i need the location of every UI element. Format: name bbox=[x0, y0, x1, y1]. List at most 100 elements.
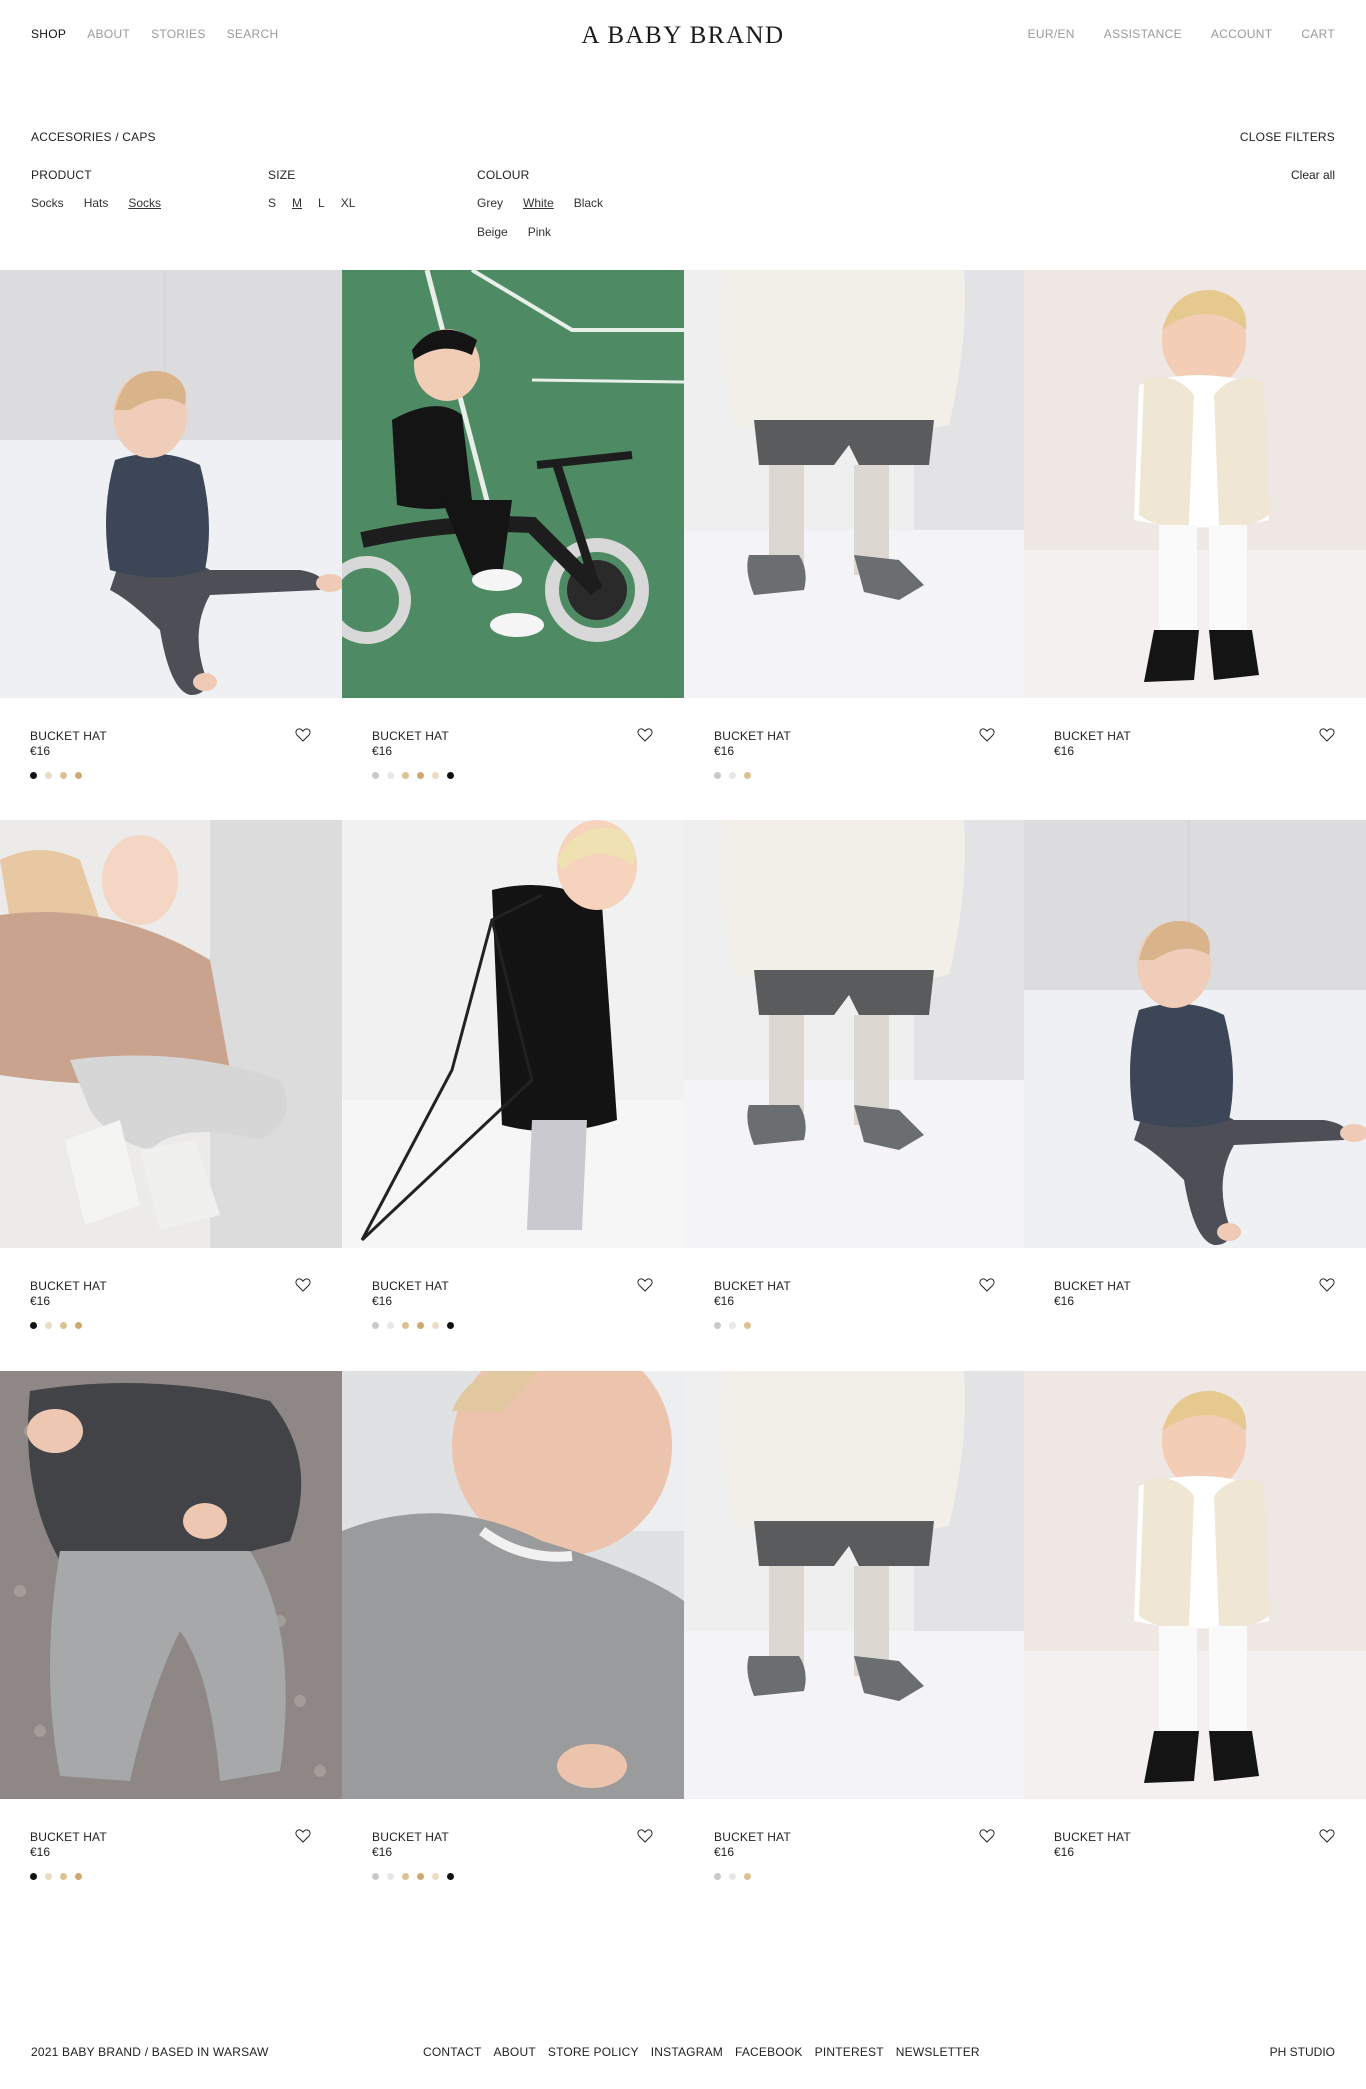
wishlist-heart-icon[interactable] bbox=[294, 726, 312, 744]
color-swatch[interactable] bbox=[417, 1873, 424, 1880]
color-swatch[interactable] bbox=[417, 1322, 424, 1329]
color-swatch[interactable] bbox=[387, 1322, 394, 1329]
color-swatch[interactable] bbox=[432, 772, 439, 779]
assistance-link[interactable]: ASSISTANCE bbox=[1104, 27, 1182, 41]
color-swatch[interactable] bbox=[402, 1873, 409, 1880]
product-name[interactable]: BUCKET HAT bbox=[714, 1830, 791, 1844]
product-card[interactable]: BUCKET HAT €16 bbox=[1024, 270, 1366, 819]
clear-all-button[interactable]: Clear all bbox=[1291, 168, 1335, 182]
color-swatch[interactable] bbox=[402, 772, 409, 779]
color-swatch[interactable] bbox=[417, 772, 424, 779]
footer-about-link[interactable]: ABOUT bbox=[494, 2045, 536, 2059]
color-swatch[interactable] bbox=[45, 1873, 52, 1880]
product-image[interactable] bbox=[1024, 1371, 1366, 1799]
filter-option-socks-selected[interactable]: Socks bbox=[128, 196, 161, 210]
color-swatch[interactable] bbox=[744, 1322, 751, 1329]
product-name[interactable]: BUCKET HAT bbox=[30, 1279, 107, 1293]
product-image[interactable] bbox=[342, 1371, 684, 1799]
footer-pinterest-link[interactable]: PINTEREST bbox=[815, 2045, 884, 2059]
product-card[interactable]: BUCKET HAT €16 bbox=[342, 1371, 684, 1920]
color-swatch[interactable] bbox=[447, 1322, 454, 1329]
footer-credit-link[interactable]: PH STUDIO bbox=[1270, 2045, 1335, 2059]
wishlist-heart-icon[interactable] bbox=[978, 1276, 996, 1294]
product-name[interactable]: BUCKET HAT bbox=[30, 729, 107, 743]
color-swatch[interactable] bbox=[387, 772, 394, 779]
product-image[interactable] bbox=[0, 820, 342, 1248]
wishlist-heart-icon[interactable] bbox=[636, 1827, 654, 1845]
filter-option-xl[interactable]: XL bbox=[341, 196, 356, 210]
product-card[interactable]: BUCKET HAT €16 bbox=[342, 820, 684, 1369]
color-swatch[interactable] bbox=[432, 1322, 439, 1329]
color-swatch[interactable] bbox=[30, 1873, 37, 1880]
currency-language-link[interactable]: EUR/EN bbox=[1028, 27, 1075, 41]
footer-store-policy-link[interactable]: STORE POLICY bbox=[548, 2045, 639, 2059]
product-card[interactable]: BUCKET HAT €16 bbox=[1024, 820, 1366, 1369]
footer-contact-link[interactable]: CONTACT bbox=[423, 2045, 482, 2059]
product-image[interactable] bbox=[684, 1371, 1026, 1799]
filter-option-black[interactable]: Black bbox=[574, 196, 603, 210]
wishlist-heart-icon[interactable] bbox=[636, 1276, 654, 1294]
color-swatch[interactable] bbox=[75, 1322, 82, 1329]
color-swatch[interactable] bbox=[729, 772, 736, 779]
color-swatch[interactable] bbox=[75, 772, 82, 779]
product-name[interactable]: BUCKET HAT bbox=[372, 1830, 449, 1844]
footer-instagram-link[interactable]: INSTAGRAM bbox=[651, 2045, 723, 2059]
breadcrumb[interactable]: ACCESORIES / CAPS bbox=[31, 130, 156, 144]
product-image[interactable] bbox=[342, 270, 684, 698]
product-card[interactable]: BUCKET HAT €16 bbox=[0, 820, 342, 1369]
wishlist-heart-icon[interactable] bbox=[294, 1276, 312, 1294]
wishlist-heart-icon[interactable] bbox=[1318, 726, 1336, 744]
product-name[interactable]: BUCKET HAT bbox=[714, 729, 791, 743]
product-card[interactable]: BUCKET HAT €16 bbox=[684, 270, 1026, 819]
color-swatch[interactable] bbox=[45, 1322, 52, 1329]
footer-newsletter-link[interactable]: NEWSLETTER bbox=[896, 2045, 980, 2059]
product-name[interactable]: BUCKET HAT bbox=[30, 1830, 107, 1844]
color-swatch[interactable] bbox=[75, 1873, 82, 1880]
account-link[interactable]: ACCOUNT bbox=[1211, 27, 1272, 41]
color-swatch[interactable] bbox=[60, 1873, 67, 1880]
product-name[interactable]: BUCKET HAT bbox=[1054, 1279, 1131, 1293]
filter-option-beige[interactable]: Beige bbox=[477, 225, 508, 239]
wishlist-heart-icon[interactable] bbox=[1318, 1276, 1336, 1294]
filter-option-l[interactable]: L bbox=[318, 196, 325, 210]
product-card[interactable]: BUCKET HAT €16 bbox=[0, 270, 342, 819]
product-name[interactable]: BUCKET HAT bbox=[714, 1279, 791, 1293]
color-swatch[interactable] bbox=[744, 772, 751, 779]
wishlist-heart-icon[interactable] bbox=[294, 1827, 312, 1845]
color-swatch[interactable] bbox=[60, 1322, 67, 1329]
filter-option-m[interactable]: M bbox=[292, 196, 302, 210]
product-image[interactable] bbox=[684, 820, 1026, 1248]
filter-option-s[interactable]: S bbox=[268, 196, 276, 210]
product-image[interactable] bbox=[684, 270, 1026, 698]
product-card[interactable]: BUCKET HAT €16 bbox=[1024, 1371, 1366, 1920]
color-swatch[interactable] bbox=[714, 1322, 721, 1329]
color-swatch[interactable] bbox=[30, 772, 37, 779]
color-swatch[interactable] bbox=[729, 1873, 736, 1880]
color-swatch[interactable] bbox=[387, 1873, 394, 1880]
color-swatch[interactable] bbox=[729, 1322, 736, 1329]
wishlist-heart-icon[interactable] bbox=[978, 726, 996, 744]
wishlist-heart-icon[interactable] bbox=[1318, 1827, 1336, 1845]
color-swatch[interactable] bbox=[714, 1873, 721, 1880]
product-image[interactable] bbox=[342, 820, 684, 1248]
product-card[interactable]: BUCKET HAT €16 bbox=[342, 270, 684, 819]
close-filters-button[interactable]: CLOSE FILTERS bbox=[1240, 130, 1335, 144]
product-image[interactable] bbox=[0, 1371, 342, 1799]
footer-facebook-link[interactable]: FACEBOOK bbox=[735, 2045, 803, 2059]
product-card[interactable]: BUCKET HAT €16 bbox=[0, 1371, 342, 1920]
cart-link[interactable]: CART bbox=[1301, 27, 1335, 41]
color-swatch[interactable] bbox=[60, 772, 67, 779]
color-swatch[interactable] bbox=[402, 1322, 409, 1329]
wishlist-heart-icon[interactable] bbox=[636, 726, 654, 744]
product-name[interactable]: BUCKET HAT bbox=[1054, 729, 1131, 743]
product-image[interactable] bbox=[0, 270, 342, 698]
color-swatch[interactable] bbox=[447, 772, 454, 779]
product-image[interactable] bbox=[1024, 270, 1366, 698]
color-swatch[interactable] bbox=[372, 772, 379, 779]
product-name[interactable]: BUCKET HAT bbox=[372, 729, 449, 743]
product-image[interactable] bbox=[1024, 820, 1366, 1248]
wishlist-heart-icon[interactable] bbox=[978, 1827, 996, 1845]
product-card[interactable]: BUCKET HAT €16 bbox=[684, 1371, 1026, 1920]
color-swatch[interactable] bbox=[714, 772, 721, 779]
filter-option-grey[interactable]: Grey bbox=[477, 196, 503, 210]
